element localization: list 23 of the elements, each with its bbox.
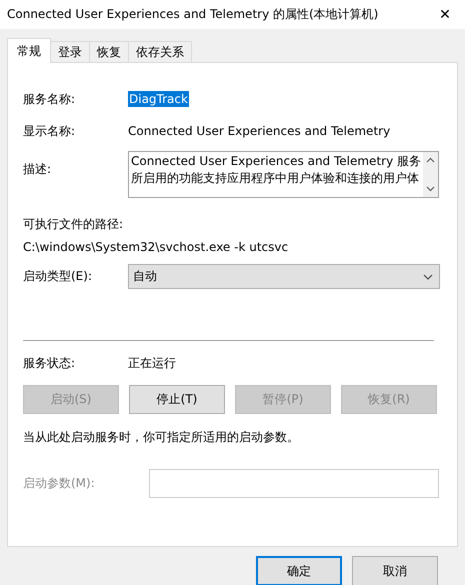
window-title: Connected User Experiences and Telemetry 的属性(本地计算机) [7,6,378,23]
field-label: 启动类型(E): [23,268,93,285]
field-label: 显示名称: [23,122,76,140]
service-status-value: 正在运行 [128,355,176,372]
field-label: 可执行文件的路径: [23,216,124,233]
startup-type-dropdown[interactable]: 自动 [128,264,440,289]
display-name-value: Connected User Experiences and Telemetry [128,124,390,138]
field-label: 服务名称: [23,90,76,108]
scroll-down-icon[interactable] [426,186,435,192]
chevron-down-icon [423,274,433,280]
hint-text: 当从此处启动服务时，你可指定所适用的启动参数。 [23,429,300,446]
tab[interactable]: 常规 [7,38,51,63]
description-box[interactable]: Connected User Experiences and Telemetry 服务所启用的功能支持应用程序中用户体验和连接的用户体 [128,151,439,198]
field-label: 启动参数(M): [23,475,96,492]
tab[interactable]: 依存关系 [128,41,192,62]
field-label: 服务状态: [23,355,76,372]
service-name-value: DiagTrack [128,91,189,107]
scroll-up-icon[interactable] [426,157,435,163]
service-button[interactable]: 停止(T) [129,385,225,414]
dialog-button[interactable]: 取消 [352,556,438,585]
dialog-button[interactable]: 确定 [256,556,342,585]
executable-path: C:\windows\System32\svchost.exe -k utcsvc [23,240,290,254]
field-label: 描述: [23,161,52,178]
